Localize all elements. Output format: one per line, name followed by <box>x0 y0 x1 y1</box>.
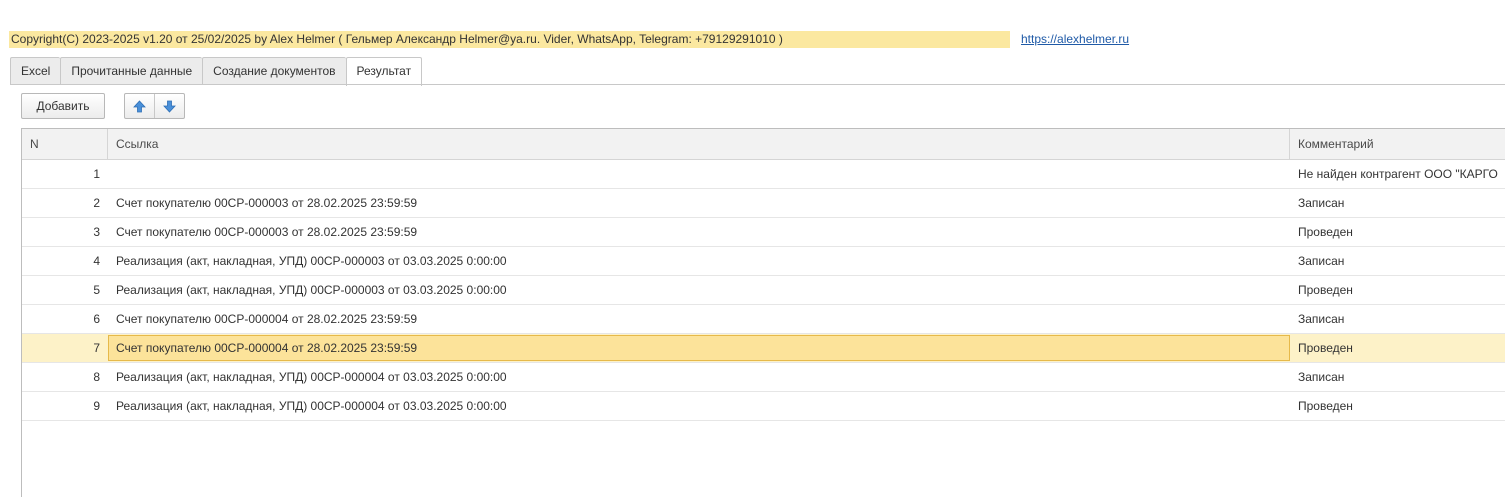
column-header-n[interactable]: N <box>22 129 108 159</box>
table-row[interactable]: 1 Не найден контрагент ООО "КАРГО <box>22 160 1505 189</box>
arrow-down-icon <box>163 100 176 113</box>
column-header-comment[interactable]: Комментарий <box>1290 129 1505 159</box>
tab-bar-divider <box>10 84 1505 85</box>
table-row[interactable]: 7 Счет покупателю 00СР-000004 от 28.02.20… <box>22 334 1505 363</box>
move-buttons-group <box>124 93 185 119</box>
tab-create-documents[interactable]: Создание документов <box>202 57 346 85</box>
row-number-cell: 1 <box>93 167 100 181</box>
row-number-cell: 6 <box>93 312 100 326</box>
link-cell[interactable]: Счет покупателю 00СР-000004 от 28.02.202… <box>108 305 1290 333</box>
move-up-button[interactable] <box>125 94 154 118</box>
link-cell[interactable]: Счет покупателю 00СР-000003 от 28.02.202… <box>108 218 1290 246</box>
table-row[interactable]: 9 Реализация (акт, накладная, УПД) 00СР-0… <box>22 392 1505 421</box>
table-row[interactable]: 5 Реализация (акт, накладная, УПД) 00СР-0… <box>22 276 1505 305</box>
link-cell[interactable]: Реализация (акт, накладная, УПД) 00СР-00… <box>108 276 1290 304</box>
table-row[interactable]: 6 Счет покупателю 00СР-000004 от 28.02.20… <box>22 305 1505 334</box>
add-button[interactable]: Добавить <box>21 93 105 119</box>
link-cell[interactable] <box>108 160 1290 188</box>
arrow-up-icon <box>133 99 146 112</box>
comment-cell: Записан <box>1298 370 1345 384</box>
table-row[interactable]: 2 Счет покупателю 00СР-000003 от 28.02.20… <box>22 189 1505 218</box>
comment-cell: Записан <box>1298 254 1345 268</box>
link-cell[interactable]: Реализация (акт, накладная, УПД) 00СР-00… <box>108 363 1290 391</box>
table-row[interactable]: 4 Реализация (акт, накладная, УПД) 00СР-0… <box>22 247 1505 276</box>
row-number-cell: 3 <box>93 225 100 239</box>
comment-cell: Проведен <box>1298 283 1353 297</box>
row-number-cell: 4 <box>93 254 100 268</box>
comment-cell: Проведен <box>1298 341 1353 355</box>
comment-cell: Проведен <box>1298 225 1353 239</box>
comment-cell: Записан <box>1298 312 1345 326</box>
link-cell[interactable]: Счет покупателю 00СР-000004 от 28.02.202… <box>108 335 1290 361</box>
column-header-link[interactable]: Ссылка <box>108 129 1290 159</box>
comment-cell: Записан <box>1298 196 1345 210</box>
row-number-cell: 2 <box>93 196 100 210</box>
link-cell[interactable]: Реализация (акт, накладная, УПД) 00СР-00… <box>108 392 1290 420</box>
copyright-text: Copyright(C) 2023-2025 v1.20 от 25/02/20… <box>11 32 783 46</box>
row-number-cell: 8 <box>93 370 100 384</box>
website-link[interactable]: https://alexhelmer.ru <box>1021 31 1129 48</box>
processing-form: Copyright(C) 2023-2025 v1.20 от 25/02/20… <box>0 0 1505 497</box>
link-cell[interactable]: Реализация (акт, накладная, УПД) 00СР-00… <box>108 247 1290 275</box>
row-number-cell: 7 <box>93 341 100 355</box>
tab-read-data[interactable]: Прочитанные данные <box>60 57 203 85</box>
table-row[interactable]: 3 Счет покупателю 00СР-000003 от 28.02.20… <box>22 218 1505 247</box>
row-number-cell: 5 <box>93 283 100 297</box>
comment-cell: Проведен <box>1298 399 1353 413</box>
move-down-button[interactable] <box>154 94 184 118</box>
table-body: 1 Не найден контрагент ООО "КАРГО 2 Счет по… <box>22 160 1505 421</box>
row-number-cell: 9 <box>93 399 100 413</box>
link-cell[interactable]: Счет покупателю 00СР-000003 от 28.02.202… <box>108 189 1290 217</box>
tab-bar: Excel Прочитанные данные Создание докуме… <box>10 57 423 86</box>
table-header: N Ссылка Комментарий <box>22 129 1505 160</box>
comment-cell: Не найден контрагент ООО "КАРГО <box>1298 167 1498 181</box>
result-table: N Ссылка Комментарий 1 Не найден контраге… <box>21 128 1505 497</box>
tab-excel[interactable]: Excel <box>10 57 61 85</box>
table-row[interactable]: 8 Реализация (акт, накладная, УПД) 00СР-0… <box>22 363 1505 392</box>
tab-result[interactable]: Результат <box>345 57 423 86</box>
copyright-banner: Copyright(C) 2023-2025 v1.20 от 25/02/20… <box>9 31 1010 48</box>
